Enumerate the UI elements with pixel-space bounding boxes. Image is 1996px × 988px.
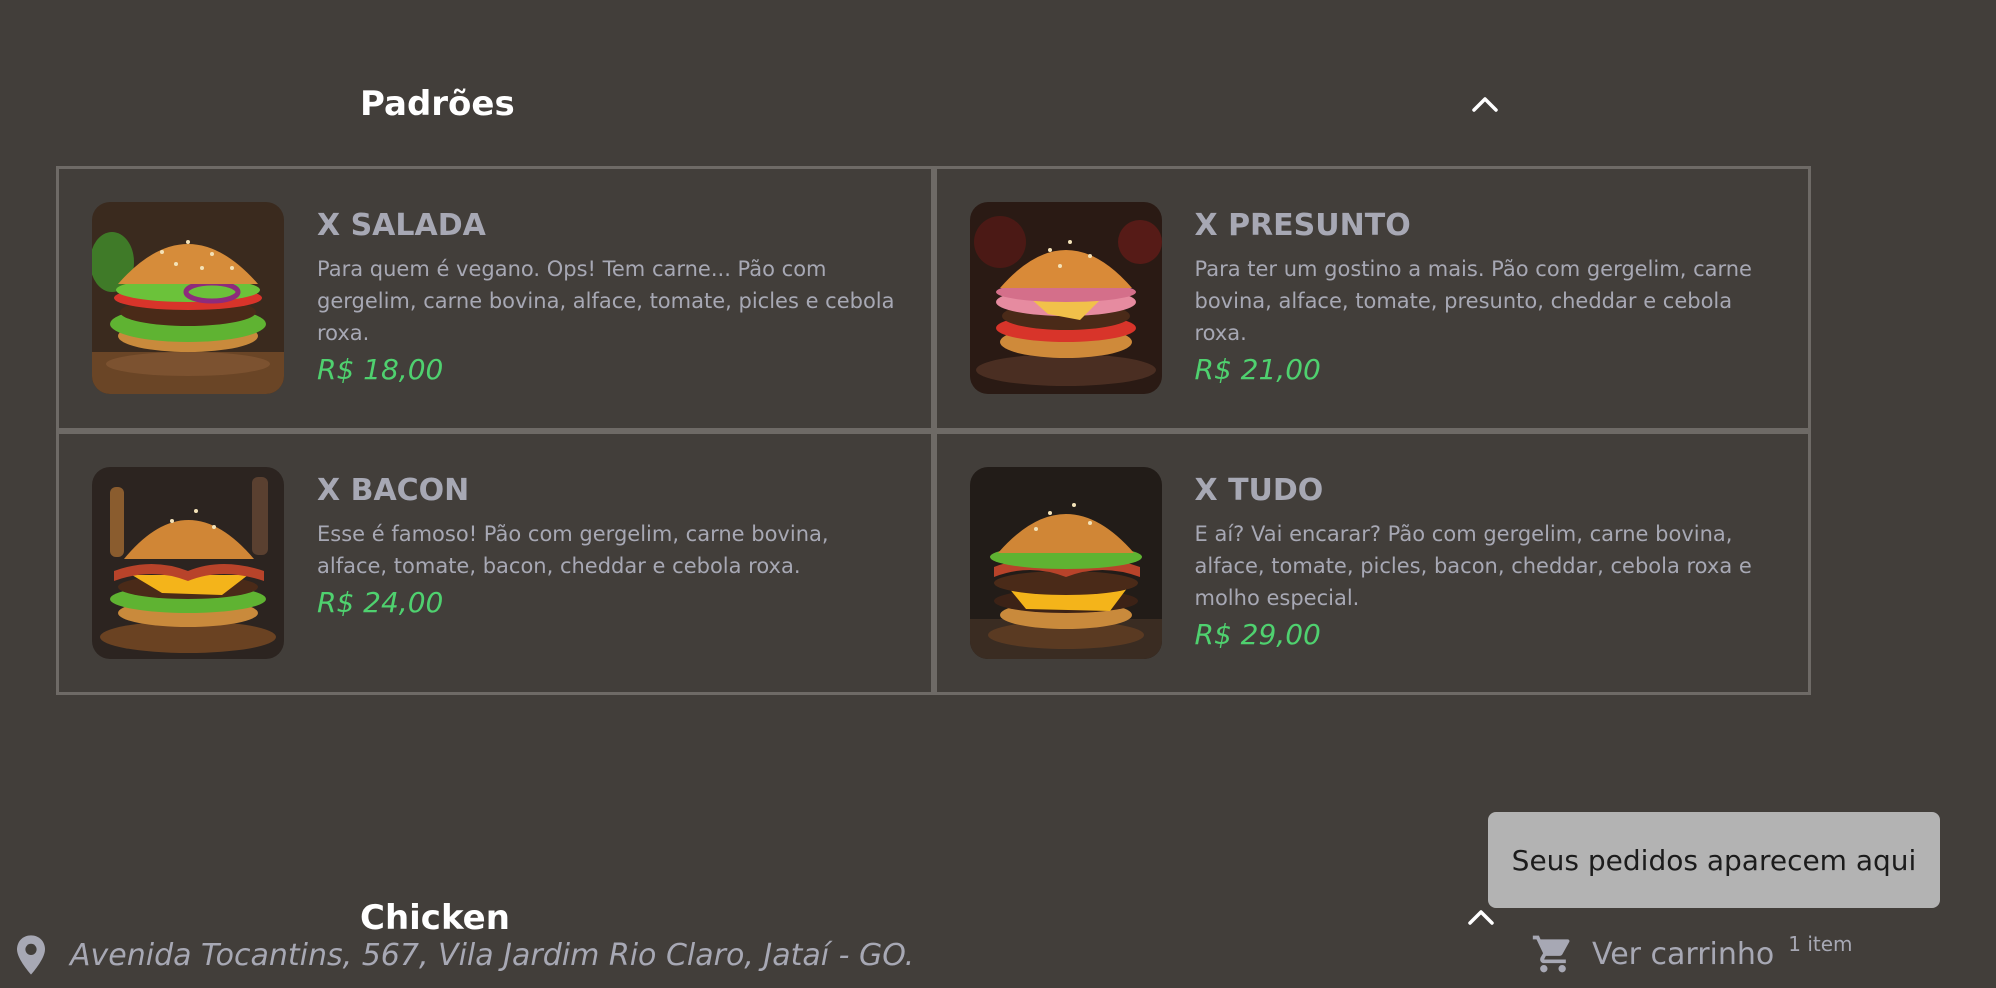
item-description: E aí? Vai encarar? Pão com gergelim, car… — [1194, 521, 1752, 610]
section-title: Padrões — [360, 84, 515, 124]
cart-count-badge: 1 item — [1788, 932, 1853, 956]
cart-label: Ver carrinho — [1592, 936, 1775, 972]
cart-icon — [1532, 935, 1570, 973]
item-price: R$ 21,00 — [1194, 353, 1321, 386]
item-price: R$ 29,00 — [1194, 617, 1321, 651]
burger-image — [92, 466, 284, 659]
item-price: R$ 24,00 — [317, 585, 444, 619]
item-name: X SALADA — [317, 208, 486, 243]
item-name: X TUDO — [1194, 472, 1324, 508]
item-description: Para quem é vegano. Ops! Tem carne... Pã… — [317, 257, 895, 345]
view-cart-button[interactable]: Ver carrinho 1 item — [1530, 932, 1853, 976]
burger-image — [92, 202, 284, 394]
item-name: X PRESUNTO — [1194, 208, 1411, 243]
chevron-up-icon[interactable] — [1466, 902, 1496, 932]
item-description: Para ter um gostino a mais. Pão com gerg… — [1194, 257, 1752, 345]
menu-grid: X SALADA Para quem é vegano. Ops! Tem ca… — [56, 166, 1811, 695]
menu-item-card[interactable]: X TUDO E aí? Vai encarar? Pão com gergel… — [936, 433, 1808, 692]
orders-toast: Seus pedidos aparecem aqui — [1488, 812, 1940, 908]
menu-item-card[interactable]: X SALADA Para quem é vegano. Ops! Tem ca… — [59, 169, 931, 428]
chevron-up-icon[interactable] — [1470, 89, 1500, 119]
item-price: R$ 18,00 — [317, 353, 444, 386]
menu-item-card[interactable]: X BACON Esse é famoso! Pão com gergelim,… — [59, 433, 931, 692]
item-description: Esse é famoso! Pão com gergelim, carne b… — [317, 521, 829, 578]
burger-image — [969, 466, 1162, 659]
burger-image — [969, 202, 1162, 394]
menu-item-card[interactable]: X PRESUNTO Para ter um gostino a mais. P… — [936, 169, 1808, 428]
toast-text: Seus pedidos aparecem aqui — [1511, 843, 1917, 877]
address-text: Avenida Tocantins, 567, Vila Jardim Rio … — [70, 937, 915, 973]
item-name: X BACON — [317, 472, 470, 508]
section-title-chicken[interactable]: Chicken — [360, 898, 510, 934]
section-header-padroes[interactable]: Padrões — [360, 84, 1500, 124]
location-pin-icon — [17, 935, 45, 975]
address: Avenida Tocantins, 567, Vila Jardim Rio … — [14, 934, 914, 976]
